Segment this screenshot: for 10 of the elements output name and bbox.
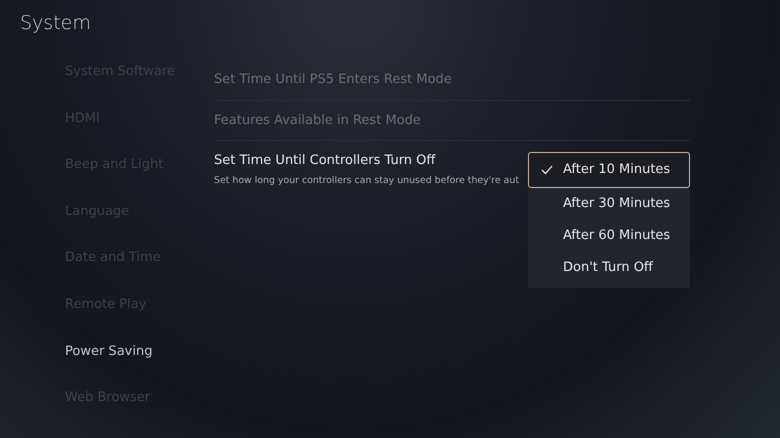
checkmark-icon	[541, 165, 553, 175]
dropdown-option[interactable]: Don't Turn Off	[528, 252, 690, 284]
sidebar-item[interactable]: Power Saving	[65, 344, 152, 359]
page-title: System	[19, 11, 92, 36]
dropdown-option[interactable]: After 60 Minutes	[528, 220, 690, 252]
setting-description: Set how long your controllers can stay unused before they're aut	[214, 174, 520, 188]
setting-label[interactable]: Features Available in Rest Mode	[214, 110, 690, 130]
dropdown-option[interactable]: After 10 Minutes	[528, 152, 690, 188]
dropdown-option[interactable]: After 30 Minutes	[528, 188, 690, 220]
setting-label[interactable]: Set Time Until PS5 Enters Rest Mode	[214, 70, 690, 90]
